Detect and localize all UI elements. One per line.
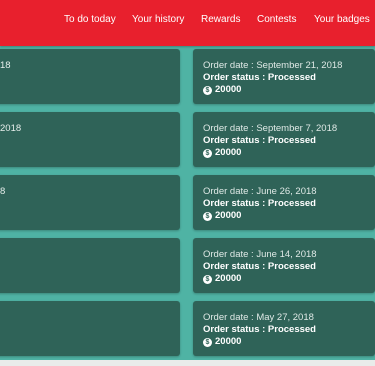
order-card: Order date : September 7, 2018 Order sta… bbox=[193, 112, 375, 167]
order-amount: $ 20000 bbox=[203, 84, 375, 96]
order-card: Order date : June 26, 2018 Order status … bbox=[193, 175, 375, 230]
order-amount-value: 20000 bbox=[215, 84, 242, 95]
order-card: Order date : June 14, 2018 Order status … bbox=[193, 238, 375, 293]
order-card-left bbox=[0, 301, 180, 356]
order-amount: $ 20000 bbox=[203, 147, 375, 159]
order-left-fragment: 18 bbox=[0, 60, 11, 71]
nav-to-do-today[interactable]: To do today bbox=[64, 14, 116, 25]
order-date: Order date : May 27, 2018 bbox=[203, 312, 314, 323]
nav-your-history[interactable]: Your history bbox=[132, 14, 184, 25]
order-card-left: 18 bbox=[0, 49, 180, 104]
dollar-coin-icon: $ bbox=[203, 337, 212, 347]
order-date: Order date : June 14, 2018 bbox=[203, 249, 317, 260]
order-amount-value: 20000 bbox=[215, 147, 242, 158]
order-card: Order date : September 21, 2018 Order st… bbox=[193, 49, 375, 104]
bottom-divider bbox=[0, 360, 375, 366]
dollar-coin-icon: $ bbox=[203, 211, 212, 221]
order-date: Order date : September 21, 2018 bbox=[203, 60, 343, 71]
order-left-fragment: 8 bbox=[0, 186, 6, 197]
order-card: Order date : May 27, 2018 Order status :… bbox=[193, 301, 375, 356]
dollar-coin-icon: $ bbox=[203, 85, 212, 95]
dollar-coin-icon: $ bbox=[203, 274, 212, 284]
order-status: Order status : Processed bbox=[203, 135, 316, 146]
order-date: Order date : September 7, 2018 bbox=[203, 123, 338, 134]
order-amount-value: 20000 bbox=[215, 273, 242, 284]
order-amount-value: 20000 bbox=[215, 210, 242, 221]
order-status: Order status : Processed bbox=[203, 72, 316, 83]
order-date: Order date : June 26, 2018 bbox=[203, 186, 317, 197]
nav-rewards[interactable]: Rewards bbox=[201, 14, 240, 25]
order-amount: $ 20000 bbox=[203, 336, 375, 348]
order-card-left: 2018 bbox=[0, 112, 180, 167]
order-left-fragment: 2018 bbox=[0, 123, 22, 134]
top-navigation-bar: To do today Your history Rewards Contest… bbox=[0, 0, 375, 46]
nav-your-badges[interactable]: Your badges bbox=[314, 14, 370, 25]
order-card-left: 8 bbox=[0, 175, 180, 230]
order-history-list: 18 Order date : September 21, 2018 Order… bbox=[0, 46, 375, 366]
order-status: Order status : Processed bbox=[203, 198, 316, 209]
order-status: Order status : Processed bbox=[203, 261, 316, 272]
order-card-left bbox=[0, 238, 180, 293]
order-status: Order status : Processed bbox=[203, 324, 316, 335]
order-amount: $ 20000 bbox=[203, 273, 375, 285]
order-amount-value: 20000 bbox=[215, 336, 242, 347]
dollar-coin-icon: $ bbox=[203, 148, 212, 158]
order-amount: $ 20000 bbox=[203, 210, 375, 222]
nav-contests[interactable]: Contests bbox=[257, 14, 296, 25]
